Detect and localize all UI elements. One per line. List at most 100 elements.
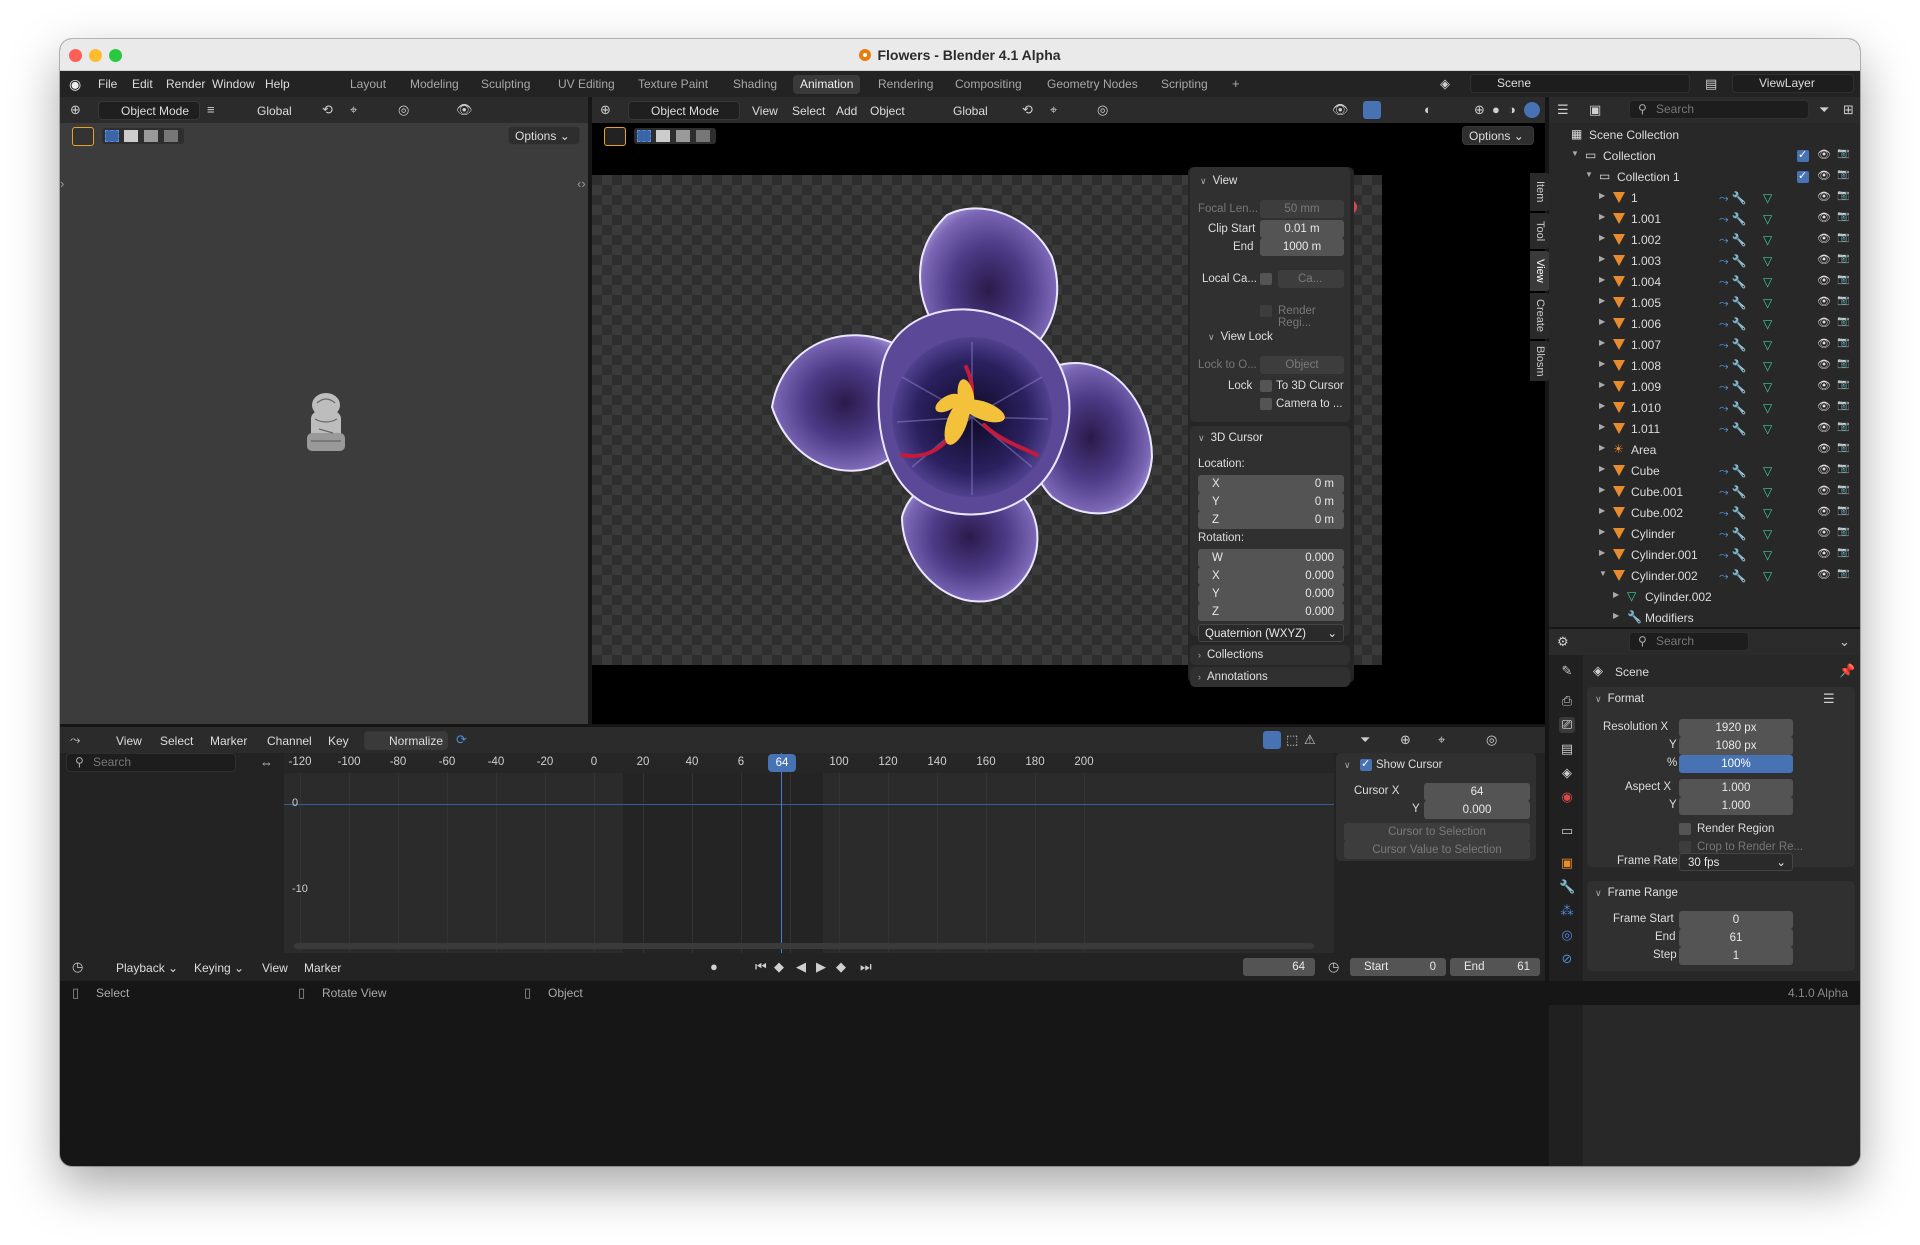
scene-field[interactable]: Scene xyxy=(1470,74,1690,93)
modifier-icon[interactable]: ⤳ 🔧 xyxy=(1719,317,1747,332)
visibility-eye-icon[interactable]: 👁 xyxy=(1817,568,1831,581)
menu-edit[interactable]: Edit xyxy=(132,77,153,91)
outliner-row[interactable]: ▶ Cylinder.001 ⤳ 🔧 ▽ 👁 📷 xyxy=(1549,545,1859,566)
tab-compositing[interactable]: Compositing xyxy=(948,75,1029,94)
hamburger-icon[interactable]: ≡ xyxy=(207,103,215,117)
tab-sculpting[interactable]: Sculpting xyxy=(474,75,537,94)
select-tool-icon[interactable] xyxy=(72,127,94,146)
prev-keyframe-icon[interactable]: ◆ xyxy=(774,960,784,974)
frame-range-header[interactable]: ∨ Frame Range xyxy=(1595,887,1678,899)
playback-menu[interactable]: Playback ⌄ xyxy=(116,961,178,975)
material-shading-icon[interactable]: ◑ xyxy=(1508,103,1516,117)
tab-modeling[interactable]: Modeling xyxy=(403,75,466,94)
graph-pivot-icon[interactable]: ⊕ xyxy=(1400,733,1411,747)
outliner-row[interactable]: ▦ Scene Collection xyxy=(1549,125,1859,146)
visibility-eye-icon[interactable]: 👁 xyxy=(1817,148,1831,161)
mesh-data-icon[interactable]: ▽ xyxy=(1763,317,1772,331)
tab-geometry-nodes[interactable]: Geometry Nodes xyxy=(1040,75,1145,94)
render-camera-icon[interactable]: 📷 xyxy=(1837,316,1849,327)
annotations-panel[interactable]: › Annotations xyxy=(1190,667,1350,687)
frame-end-field[interactable]: 61 xyxy=(1679,929,1793,947)
properties-editor-icon[interactable]: ⚙ xyxy=(1557,635,1569,649)
expand-toggle-icon[interactable]: ▶ xyxy=(1599,464,1605,473)
aspect-x-field[interactable]: 1.000 xyxy=(1679,779,1793,797)
outliner-row[interactable]: ▼ Cylinder.002 ⤳ 🔧 ▽ 👁 📷 xyxy=(1549,566,1859,587)
outliner-row[interactable]: ▶ 1.008 ⤳ 🔧 ▽ 👁 📷 xyxy=(1549,356,1859,377)
lock-object-field[interactable]: Object xyxy=(1260,356,1344,374)
gizmo-toggle-icon[interactable] xyxy=(1363,101,1381,119)
record-icon[interactable]: ● xyxy=(710,960,718,974)
modifier-icon[interactable]: ⤳ 🔧 xyxy=(1719,548,1747,563)
render-camera-icon[interactable]: 📷 xyxy=(1837,547,1849,558)
render-region-checkbox[interactable] xyxy=(1260,305,1272,317)
new-collection-icon[interactable]: ⊞ xyxy=(1843,103,1854,117)
mesh-data-icon[interactable]: ▽ xyxy=(1763,296,1772,310)
cursor-rotation-z[interactable]: Z 0.000 xyxy=(1198,603,1344,621)
normalize-toggle[interactable]: Normalize xyxy=(364,731,448,750)
mesh-data-icon[interactable]: ▽ xyxy=(1763,275,1772,289)
tool-tab-icon[interactable]: ✎ xyxy=(1559,663,1575,679)
frame-rate-dropdown[interactable]: 30 fps ⌄ xyxy=(1679,853,1793,871)
lock-cursor-checkbox[interactable] xyxy=(1260,380,1272,392)
tab-rendering[interactable]: Rendering xyxy=(871,75,940,94)
render-camera-icon[interactable]: 📷 xyxy=(1837,274,1849,285)
menu-render[interactable]: Render xyxy=(166,77,205,91)
rotation-mode-dropdown[interactable]: Quaternion (WXYZ) ⌄ xyxy=(1198,624,1344,642)
expand-toggle-icon[interactable]: ▼ xyxy=(1571,149,1579,158)
visibility-eye-icon[interactable]: 👁 xyxy=(1817,379,1831,392)
viewlayer-field[interactable]: ViewLayer xyxy=(1732,74,1854,93)
outliner-row[interactable]: ▼ ▭ Collection 1 👁 📷 xyxy=(1549,167,1859,188)
mesh-data-icon[interactable]: ▽ xyxy=(1763,464,1772,478)
visibility-eye-icon[interactable]: 👁 xyxy=(1817,400,1831,413)
render-camera-icon[interactable]: 📷 xyxy=(1837,253,1849,264)
selection-mode-icons-main[interactable] xyxy=(634,128,716,144)
cursor-rotation-y[interactable]: Y 0.000 xyxy=(1198,585,1344,603)
graph-menu-view[interactable]: View xyxy=(116,734,142,748)
render-camera-icon[interactable]: 📷 xyxy=(1837,190,1849,201)
main-options-button[interactable]: Options ⌄ xyxy=(1462,126,1534,145)
view-layer-tab-icon[interactable]: ▤ xyxy=(1559,741,1575,757)
mesh-data-icon[interactable]: ▽ xyxy=(1763,191,1772,205)
modifier-icon[interactable]: ⤳ 🔧 xyxy=(1719,233,1747,248)
visibility-eye-icon[interactable]: 👁 xyxy=(1817,463,1831,476)
cursor-rotation-w[interactable]: W 0.000 xyxy=(1198,549,1344,567)
next-keyframe-icon[interactable]: ◆ xyxy=(836,960,846,974)
expand-toggle-icon[interactable]: ▶ xyxy=(1613,611,1619,620)
visibility-eye-icon[interactable]: 👁 xyxy=(1817,484,1831,497)
main-mode-dropdown[interactable]: Object Mode xyxy=(628,101,740,120)
visibility-icon[interactable]: 👁 xyxy=(1332,103,1349,117)
tab-shading[interactable]: Shading xyxy=(726,75,784,94)
pivot-icon[interactable]: ⟲ xyxy=(322,103,333,117)
jump-start-icon[interactable]: ⏮ xyxy=(755,960,767,974)
properties-search[interactable]: ⚲ Search xyxy=(1629,632,1749,651)
visibility-eye-icon[interactable]: 👁 xyxy=(1817,505,1831,518)
scene-tab-icon[interactable]: ◈ xyxy=(1559,765,1575,781)
modifier-icon[interactable]: ⤳ 🔧 xyxy=(1719,569,1747,584)
outliner-row[interactable]: ▶ 1.011 ⤳ 🔧 ▽ 👁 📷 xyxy=(1549,419,1859,440)
mesh-data-icon[interactable]: ▽ xyxy=(1763,212,1772,226)
left-toolbar-toggle-icon[interactable]: › xyxy=(60,177,64,191)
outliner-row[interactable]: ▶ ▽ Cylinder.002 xyxy=(1549,587,1859,608)
world-tab-icon[interactable]: ◉ xyxy=(1559,789,1575,805)
collections-panel[interactable]: › Collections xyxy=(1190,645,1350,665)
cursor-location-x[interactable]: X0 m xyxy=(1198,475,1344,493)
render-camera-icon[interactable]: 📷 xyxy=(1837,568,1849,579)
cursor-x-field[interactable]: 64 xyxy=(1424,783,1530,801)
mesh-data-icon[interactable]: ▽ xyxy=(1763,485,1772,499)
mesh-data-icon[interactable]: ▽ xyxy=(1763,569,1772,583)
mesh-data-icon[interactable]: ▽ xyxy=(1763,233,1772,247)
render-camera-icon[interactable]: 📷 xyxy=(1837,379,1849,390)
playhead-frame-indicator[interactable]: 64 xyxy=(768,754,796,772)
cursor-location-y[interactable]: Y0 m xyxy=(1198,493,1344,511)
particles-tab-icon[interactable]: ⁂ xyxy=(1559,903,1575,919)
snap-icon-main[interactable]: ⌖ xyxy=(1050,103,1057,117)
blender-menu-icon[interactable]: ◉ xyxy=(69,77,81,91)
rendered-shading-icon[interactable] xyxy=(1524,102,1540,118)
mesh-data-icon[interactable]: ▽ xyxy=(1763,506,1772,520)
expand-toggle-icon[interactable]: ▶ xyxy=(1599,506,1605,515)
cursor-location-z[interactable]: Z0 m xyxy=(1198,511,1344,529)
render-camera-icon[interactable]: 📷 xyxy=(1837,400,1849,411)
snap-icon[interactable]: ⌖ xyxy=(350,103,357,117)
graph-menu-key[interactable]: Key xyxy=(328,734,349,748)
clip-start-field[interactable]: 0.01 m xyxy=(1260,220,1344,238)
